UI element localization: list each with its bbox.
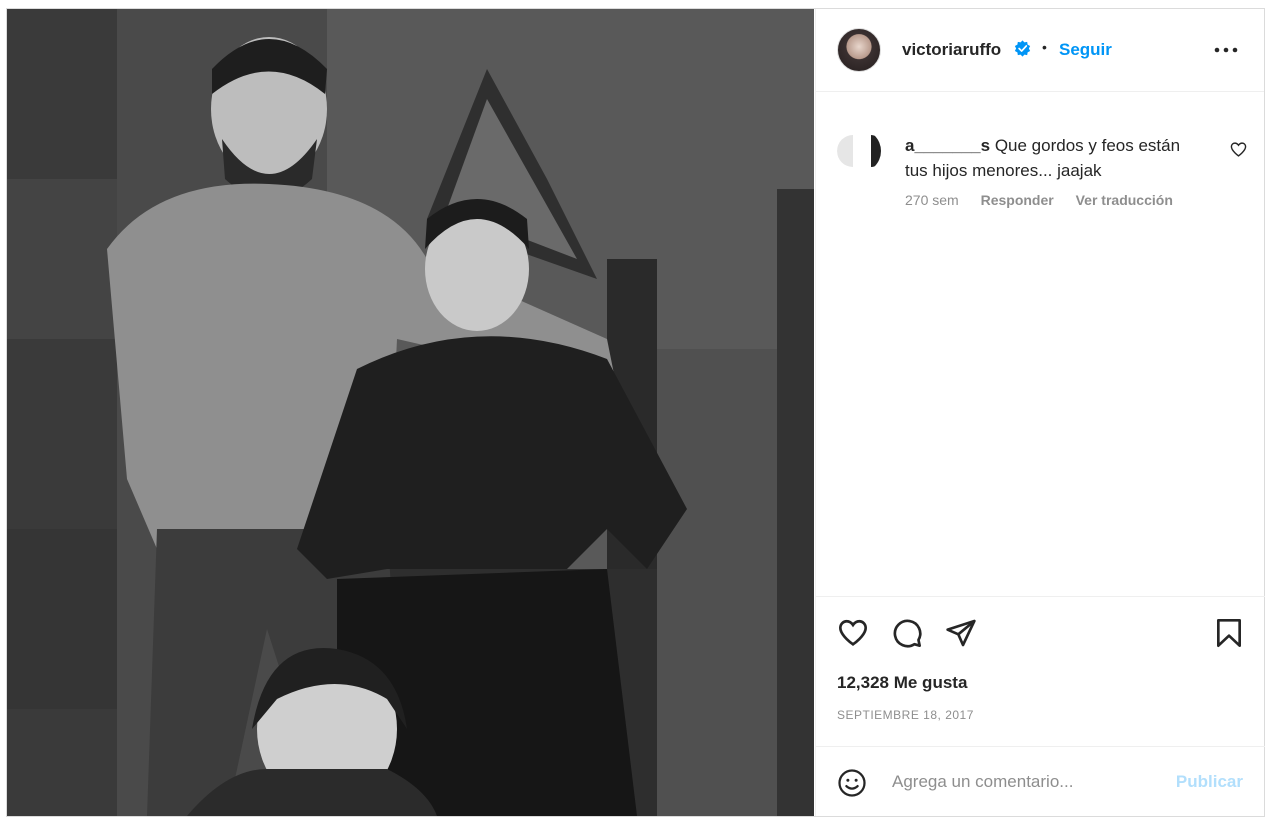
- author-username[interactable]: victoriaruffo: [902, 40, 1001, 60]
- more-horizontal-icon[interactable]: [1214, 40, 1238, 60]
- post-card: victoriaruffo • Seguir a_______s Que gor…: [6, 8, 1265, 817]
- comment-time: 270 sem: [905, 192, 959, 208]
- post-side-panel: victoriaruffo • Seguir a_______s Que gor…: [815, 9, 1265, 816]
- commenter-username[interactable]: a_______s: [905, 136, 990, 155]
- comment-meta: 270 sem Responder Ver traducción: [905, 192, 1191, 208]
- add-comment-bar: Publicar: [816, 746, 1265, 816]
- emoji-smile-icon[interactable]: [837, 768, 867, 798]
- share-paper-plane-icon[interactable]: [945, 617, 977, 649]
- comment-body: a_______s Que gordos y feos están tus hi…: [905, 133, 1205, 183]
- comment-bubble-icon[interactable]: [891, 617, 923, 649]
- photo-illustration: [7, 9, 814, 816]
- author-avatar[interactable]: [837, 28, 881, 72]
- publish-button[interactable]: Publicar: [1176, 772, 1243, 792]
- post-photo[interactable]: [7, 9, 814, 816]
- save-bookmark-icon[interactable]: [1213, 617, 1245, 649]
- comment-input[interactable]: [892, 769, 1152, 795]
- commenter-avatar[interactable]: [837, 129, 881, 173]
- post-actions: 12,328 Me gusta SEPTIEMBRE 18, 2017: [816, 596, 1265, 746]
- post-header: victoriaruffo • Seguir: [816, 9, 1264, 92]
- likes-count[interactable]: 12,328 Me gusta: [837, 673, 967, 693]
- reply-button[interactable]: Responder: [981, 192, 1054, 208]
- like-heart-icon[interactable]: [837, 617, 869, 649]
- post-date[interactable]: SEPTIEMBRE 18, 2017: [837, 708, 974, 722]
- follow-button[interactable]: Seguir: [1059, 40, 1112, 60]
- header-separator: •: [1042, 39, 1047, 55]
- see-translation-button[interactable]: Ver traducción: [1076, 192, 1173, 208]
- comment-like-heart-icon[interactable]: [1230, 141, 1247, 158]
- verified-badge-icon: [1014, 40, 1031, 57]
